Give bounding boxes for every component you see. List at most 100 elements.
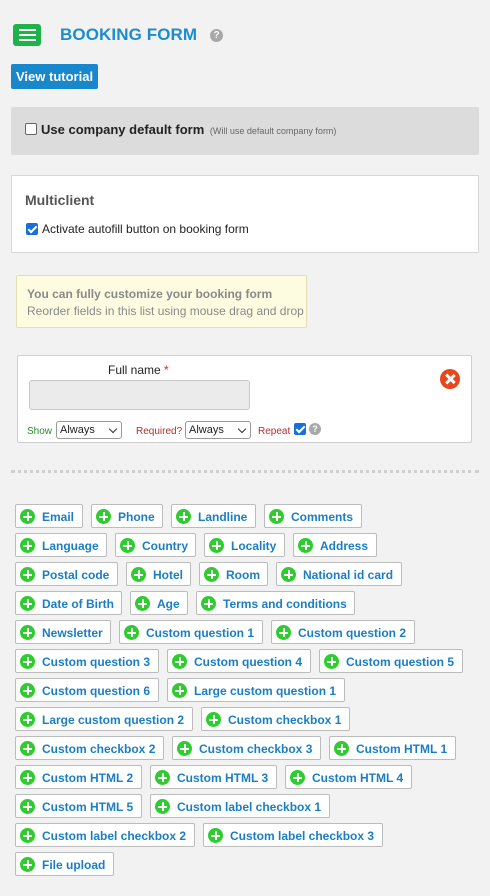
show-select[interactable]: Always (56, 421, 122, 439)
add-field-button[interactable]: Comments (264, 504, 362, 528)
plus-circle-icon (334, 741, 349, 756)
add-field-label: Country (142, 539, 188, 553)
add-field-label: Custom label checkbox 1 (177, 800, 322, 814)
add-field-label: Locality (231, 539, 277, 553)
add-field-button[interactable]: Custom question 3 (15, 649, 159, 673)
add-field-button[interactable]: National id card (276, 562, 402, 586)
add-field-label: Custom HTML 5 (42, 800, 134, 814)
add-field-button[interactable]: Custom question 2 (271, 620, 415, 644)
plus-circle-icon (20, 654, 35, 669)
booking-form-icon (13, 24, 41, 46)
plus-circle-icon (324, 654, 339, 669)
add-field-button[interactable]: Custom label checkbox 3 (203, 823, 383, 847)
plus-circle-icon (20, 857, 35, 872)
repeat-help-icon[interactable]: ? (309, 423, 321, 435)
add-field-button[interactable]: Locality (204, 533, 285, 557)
add-field-button[interactable]: Custom label checkbox 2 (15, 823, 195, 847)
info-text: Reorder fields in this list using mouse … (27, 304, 304, 318)
plus-circle-icon (298, 538, 313, 553)
plus-circle-icon (269, 509, 284, 524)
add-field-button[interactable]: Custom HTML 5 (15, 794, 142, 818)
add-field-label: Custom question 4 (194, 655, 303, 669)
multiclient-panel: Multiclient Activate autofill button on … (11, 175, 479, 253)
add-field-label: Large custom question 2 (42, 713, 185, 727)
add-field-button[interactable]: Landline (171, 504, 256, 528)
add-field-button[interactable]: Phone (91, 504, 163, 528)
company-default-checkbox[interactable] (25, 123, 37, 135)
plus-circle-icon (155, 799, 170, 814)
add-field-button[interactable]: Postal code (15, 562, 118, 586)
plus-circle-icon (20, 799, 35, 814)
autofill-checkbox[interactable] (26, 223, 38, 235)
add-field-label: Custom checkbox 2 (42, 742, 156, 756)
plus-circle-icon (172, 683, 187, 698)
plus-circle-icon (96, 509, 111, 524)
add-field-label: Comments (291, 510, 354, 524)
add-field-button[interactable]: Custom checkbox 1 (201, 707, 350, 731)
plus-circle-icon (208, 828, 223, 843)
add-field-label: Room (226, 568, 260, 582)
form-field-full-name[interactable]: Full name * Show Always Required? Always… (17, 355, 472, 443)
remove-field-icon[interactable] (440, 369, 460, 389)
plus-circle-icon (20, 741, 35, 756)
plus-circle-icon (135, 596, 150, 611)
autofill-label: Activate autofill button on booking form (42, 222, 249, 236)
add-field-label: Custom question 1 (146, 626, 255, 640)
add-field-button[interactable]: Address (293, 533, 377, 557)
add-field-button[interactable]: Custom HTML 3 (150, 765, 277, 789)
plus-circle-icon (20, 596, 35, 611)
repeat-label: Repeat (258, 426, 291, 437)
add-field-button[interactable]: File upload (15, 852, 114, 876)
add-field-button[interactable]: Email (15, 504, 83, 528)
help-icon[interactable]: ? (210, 29, 223, 42)
add-field-label: Newsletter (42, 626, 103, 640)
add-field-button[interactable]: Custom label checkbox 1 (150, 794, 330, 818)
add-field-button[interactable]: Language (15, 533, 107, 557)
plus-circle-icon (20, 509, 35, 524)
plus-circle-icon (209, 538, 224, 553)
company-default-label: Use company default form (Will use defau… (41, 122, 337, 137)
full-name-input[interactable] (29, 380, 250, 410)
add-field-button[interactable]: Age (130, 591, 188, 615)
multiclient-title: Multiclient (25, 192, 95, 208)
plus-circle-icon (176, 509, 191, 524)
add-field-button[interactable]: Room (199, 562, 268, 586)
info-heading: You can fully customize your booking for… (27, 287, 273, 301)
add-field-label: Landline (198, 510, 248, 524)
add-field-button[interactable]: Hotel (126, 562, 191, 586)
add-field-label: Language (42, 539, 99, 553)
plus-circle-icon (120, 538, 135, 553)
add-field-button[interactable]: Terms and conditions (196, 591, 355, 615)
plus-circle-icon (172, 654, 187, 669)
add-field-label: Age (157, 597, 180, 611)
add-field-button[interactable]: Custom question 1 (119, 620, 263, 644)
add-field-label: Hotel (153, 568, 183, 582)
plus-circle-icon (20, 538, 35, 553)
add-field-button[interactable]: Country (115, 533, 196, 557)
add-field-button[interactable]: Custom question 5 (319, 649, 463, 673)
add-field-label: Custom HTML 4 (312, 771, 404, 785)
plus-circle-icon (290, 770, 305, 785)
add-field-label: Custom label checkbox 2 (42, 829, 187, 843)
add-field-button[interactable]: Custom question 6 (15, 678, 159, 702)
required-mark: * (164, 363, 169, 377)
add-field-button[interactable]: Custom HTML 4 (285, 765, 412, 789)
add-field-button[interactable]: Custom checkbox 2 (15, 736, 164, 760)
view-tutorial-button[interactable]: View tutorial (11, 64, 99, 89)
add-field-label: Custom question 2 (298, 626, 407, 640)
add-field-button[interactable]: Large custom question 1 (167, 678, 345, 702)
required-select[interactable]: Always (185, 421, 251, 439)
plus-circle-icon (20, 567, 35, 582)
company-default-hint: (Will use default company form) (209, 126, 337, 136)
repeat-checkbox[interactable] (294, 423, 306, 435)
plus-circle-icon (20, 770, 35, 785)
add-field-label: Postal code (42, 568, 110, 582)
plus-circle-icon (20, 625, 35, 640)
add-field-button[interactable]: Custom HTML 1 (329, 736, 456, 760)
add-field-button[interactable]: Large custom question 2 (15, 707, 193, 731)
add-field-button[interactable]: Newsletter (15, 620, 111, 644)
add-field-button[interactable]: Custom checkbox 3 (172, 736, 321, 760)
add-field-button[interactable]: Date of Birth (15, 591, 122, 615)
add-field-button[interactable]: Custom question 4 (167, 649, 311, 673)
add-field-button[interactable]: Custom HTML 2 (15, 765, 142, 789)
